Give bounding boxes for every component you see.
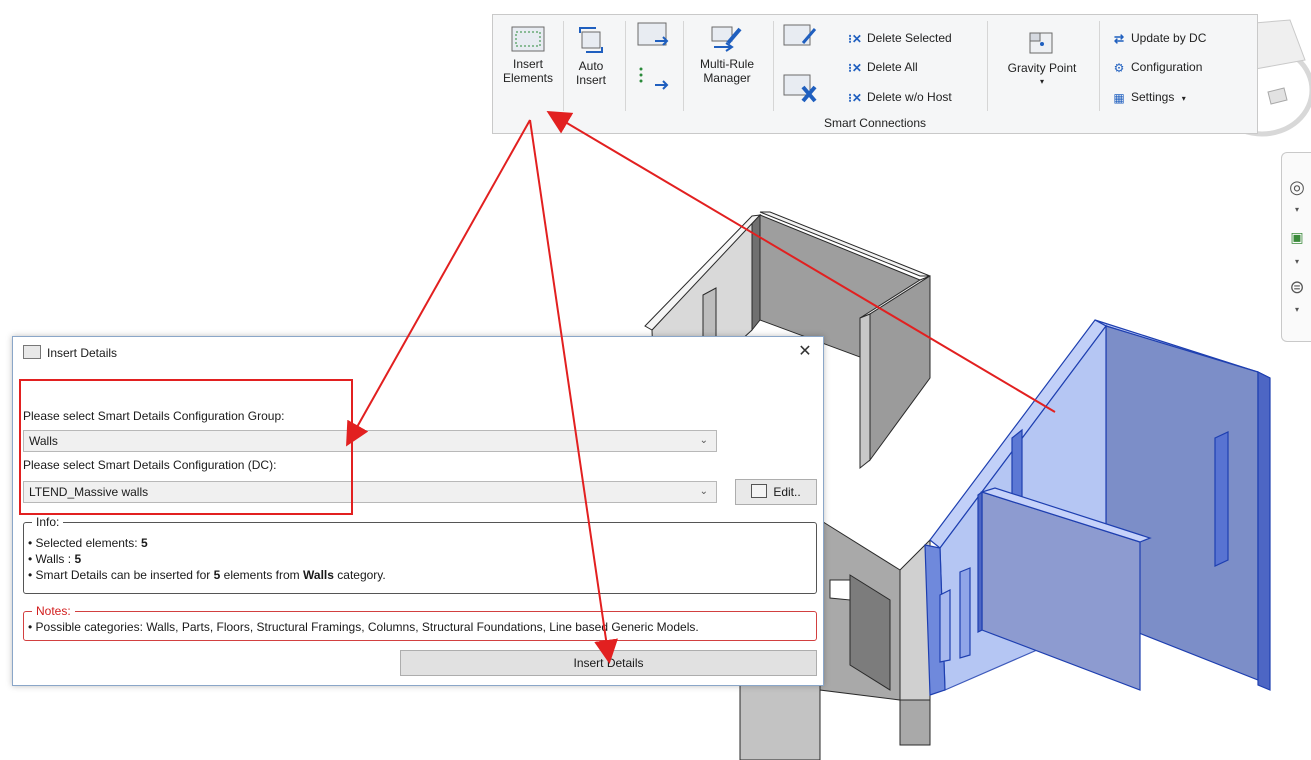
edit-detail-icon <box>783 24 817 46</box>
ribbon-separator <box>987 21 988 111</box>
edit-detail-button[interactable] <box>781 21 819 52</box>
info-group: Info: • Selected elements: 5 • Walls : 5… <box>23 515 817 594</box>
insertable-summary-line: • Smart Details can be inserted for 5 el… <box>28 568 386 582</box>
ribbon-separator <box>773 21 774 111</box>
update-arrows-icon: ⇄ <box>1113 31 1125 46</box>
configuration-button[interactable]: ⚙ Configuration <box>1111 56 1203 78</box>
update-insert-button[interactable] <box>635 21 673 52</box>
gravity-point-dropdown-icon[interactable]: ▾ <box>997 75 1087 89</box>
settings-button[interactable]: ▦ Settings ▾ <box>1111 86 1186 108</box>
ribbon-separator <box>1099 21 1100 111</box>
gravity-point-button[interactable]: Gravity Point ▾ <box>997 29 1087 89</box>
notes-legend: Notes: <box>32 604 75 618</box>
ribbon-separator <box>683 21 684 111</box>
window-icon <box>23 345 41 359</box>
delete-all-button[interactable]: ⁝✕ Delete All <box>847 56 918 78</box>
gravity-point-icon <box>1029 32 1053 54</box>
possible-categories-line: • Possible categories: Walls, Parts, Flo… <box>28 620 699 634</box>
selected-elements-line: • Selected elements: 5 <box>28 536 148 550</box>
edit-button[interactable]: Edit.. <box>735 479 817 505</box>
close-button[interactable]: ✕ <box>795 341 815 361</box>
ribbon-separator <box>625 21 626 111</box>
chevron-down-icon: ⌄ <box>699 486 708 497</box>
connect-insert-icon <box>639 67 669 90</box>
gear-icon: ⚙ <box>1113 60 1125 75</box>
delete-detail-icon <box>783 74 817 103</box>
walls-count-line: • Walls : 5 <box>28 552 82 566</box>
settings-icon: ▦ <box>1113 90 1125 105</box>
insert-elements-icon <box>511 26 545 52</box>
connect-insert-button[interactable] <box>635 63 673 94</box>
delete-detail-button[interactable] <box>781 73 819 106</box>
navigation-bar: ◎ ▾ ▣ ▾ ⊜ ▾ <box>1281 152 1311 342</box>
dialog-title: Insert Details <box>23 345 117 360</box>
update-by-dc-button[interactable]: ⇄ Update by DC <box>1111 27 1206 49</box>
selected-walls[interactable] <box>924 319 1271 696</box>
insert-elements-button[interactable]: Insert Elements <box>501 25 555 85</box>
chevron-down-icon[interactable]: ▾ <box>1288 305 1306 314</box>
info-legend: Info: <box>32 515 64 529</box>
steering-wheel-icon[interactable]: ◎ <box>1288 177 1306 198</box>
delete-selected-button[interactable]: ⁝✕ Delete Selected <box>847 27 952 49</box>
chevron-down-icon: ⌄ <box>699 435 708 446</box>
chevron-down-icon[interactable]: ▾ <box>1288 257 1306 266</box>
highlight-box <box>19 379 353 515</box>
delete-all-icon: ⁝✕ <box>848 60 862 75</box>
smart-connections-ribbon-panel: Insert Elements Auto Insert Multi-Rule M… <box>492 14 1258 134</box>
ribbon-separator <box>563 21 564 111</box>
update-insert-icon <box>637 22 669 46</box>
insert-details-dialog: Insert Details ✕ Please select Smart Det… <box>12 336 824 686</box>
edit-icon <box>751 484 768 498</box>
multi-rule-manager-icon <box>711 26 742 52</box>
ribbon-panel-title: Smart Connections <box>823 116 927 130</box>
notes-group: Notes: • Possible categories: Walls, Par… <box>23 604 817 641</box>
auto-insert-icon <box>579 27 603 53</box>
insert-details-button[interactable]: Insert Details <box>400 650 817 676</box>
delete-selected-icon: ⁝✕ <box>848 31 862 46</box>
delete-without-host-icon: ⁝✕ <box>848 90 862 105</box>
orbit-icon[interactable]: ⊜ <box>1288 277 1306 298</box>
multi-rule-manager-button[interactable]: Multi-Rule Manager <box>689 25 765 85</box>
chevron-down-icon[interactable]: ▾ <box>1288 205 1306 214</box>
delete-without-host-button[interactable]: ⁝✕ Delete w/o Host <box>847 86 952 108</box>
zoom-region-icon[interactable]: ▣ <box>1288 229 1306 246</box>
auto-insert-button[interactable]: Auto Insert <box>569 25 613 87</box>
settings-dropdown-icon[interactable]: ▾ <box>1182 94 1186 103</box>
